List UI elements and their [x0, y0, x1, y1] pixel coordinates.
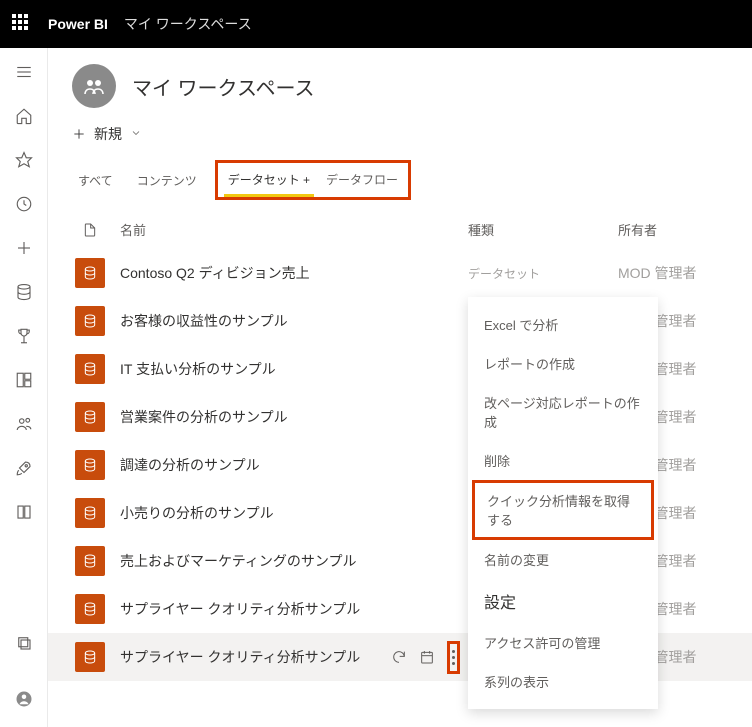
dataset-icon — [75, 258, 105, 288]
tab-dataflows[interactable]: データフロー — [322, 165, 402, 197]
new-button[interactable]: 新規 — [48, 116, 752, 160]
workspace-title: マイ ワークスペース — [132, 72, 315, 101]
rocket-icon[interactable] — [8, 452, 40, 484]
row-owner: MOD 管理者 — [618, 263, 728, 283]
menu-item[interactable]: 名前の変更 — [468, 540, 658, 579]
schedule-icon[interactable] — [419, 649, 435, 665]
col-icon-header — [72, 222, 108, 238]
trophy-icon[interactable] — [8, 320, 40, 352]
app-launcher-icon[interactable] — [12, 14, 32, 34]
row-name[interactable]: サプライヤー クオリティ分析サンプル — [108, 647, 391, 667]
row-name[interactable]: IT 支払い分析のサンプル — [108, 359, 468, 379]
row-name[interactable]: 小売りの分析のサンプル — [108, 503, 468, 523]
refresh-icon[interactable] — [391, 649, 407, 665]
dataset-icon — [75, 498, 105, 528]
menu-item[interactable]: クイック分析情報を取得する — [472, 480, 654, 540]
col-name-header[interactable]: 名前 — [108, 220, 468, 239]
dataset-icon — [75, 354, 105, 384]
dataset-icon — [75, 306, 105, 336]
menu-item[interactable]: レポートの作成 — [468, 344, 658, 383]
left-rail — [0, 48, 48, 727]
stack-icon[interactable] — [8, 627, 40, 659]
menu-item[interactable]: 改ページ対応レポートの作成 — [468, 383, 658, 441]
dataset-icon — [75, 642, 105, 672]
database-icon[interactable] — [8, 276, 40, 308]
plus-icon[interactable] — [8, 232, 40, 264]
brand-label: Power BI — [48, 16, 108, 32]
people-icon[interactable] — [8, 408, 40, 440]
topbar-workspace-label: マイ ワークスペース — [124, 14, 252, 34]
tab-all[interactable]: すべて — [72, 164, 119, 197]
menu-item[interactable]: 系列の表示 — [468, 662, 658, 701]
dataset-icon — [75, 402, 105, 432]
tab-datasets[interactable]: データセット + — [224, 165, 314, 197]
star-icon[interactable] — [8, 144, 40, 176]
tab-content[interactable]: コンテンツ — [131, 164, 203, 197]
menu-item[interactable]: 削除 — [468, 441, 658, 480]
context-menu: Excel で分析レポートの作成改ページ対応レポートの作成削除クイック分析情報を… — [468, 297, 658, 709]
row-name[interactable]: お客様の収益性のサンプル — [108, 311, 468, 331]
more-options-button[interactable] — [447, 641, 460, 674]
app-icon[interactable] — [8, 364, 40, 396]
dataset-icon — [75, 546, 105, 576]
row-name[interactable]: Contoso Q2 ディビジョン売上 — [108, 263, 468, 283]
book-icon[interactable] — [8, 496, 40, 528]
row-name[interactable]: 売上およびマーケティングのサンプル — [108, 551, 468, 571]
dataset-icon — [75, 450, 105, 480]
avatar-icon[interactable] — [8, 683, 40, 715]
hamburger-icon[interactable] — [8, 56, 40, 88]
workspace-avatar — [72, 64, 116, 108]
new-label: 新規 — [94, 124, 122, 144]
menu-item[interactable]: 設定 — [468, 579, 658, 623]
dataset-icon — [75, 594, 105, 624]
col-owner-header[interactable]: 所有者 — [618, 220, 728, 239]
row-name[interactable]: 営業案件の分析のサンプル — [108, 407, 468, 427]
menu-item[interactable]: アクセス許可の管理 — [468, 623, 658, 662]
row-type: データセット — [468, 265, 618, 282]
col-type-header[interactable]: 種類 — [468, 220, 618, 239]
row-name[interactable]: 調達の分析のサンプル — [108, 455, 468, 475]
highlight-tabs: データセット + データフロー — [215, 160, 411, 200]
home-icon[interactable] — [8, 100, 40, 132]
row-name[interactable]: サプライヤー クオリティ分析サンプル — [108, 599, 468, 619]
menu-item[interactable]: Excel で分析 — [468, 305, 658, 344]
clock-icon[interactable] — [8, 188, 40, 220]
chevron-down-icon — [130, 126, 142, 142]
table-row[interactable]: Contoso Q2 ディビジョン売上データセットMOD 管理者 — [48, 249, 752, 297]
rows-container: Contoso Q2 ディビジョン売上データセットMOD 管理者お客様の収益性の… — [48, 249, 752, 681]
